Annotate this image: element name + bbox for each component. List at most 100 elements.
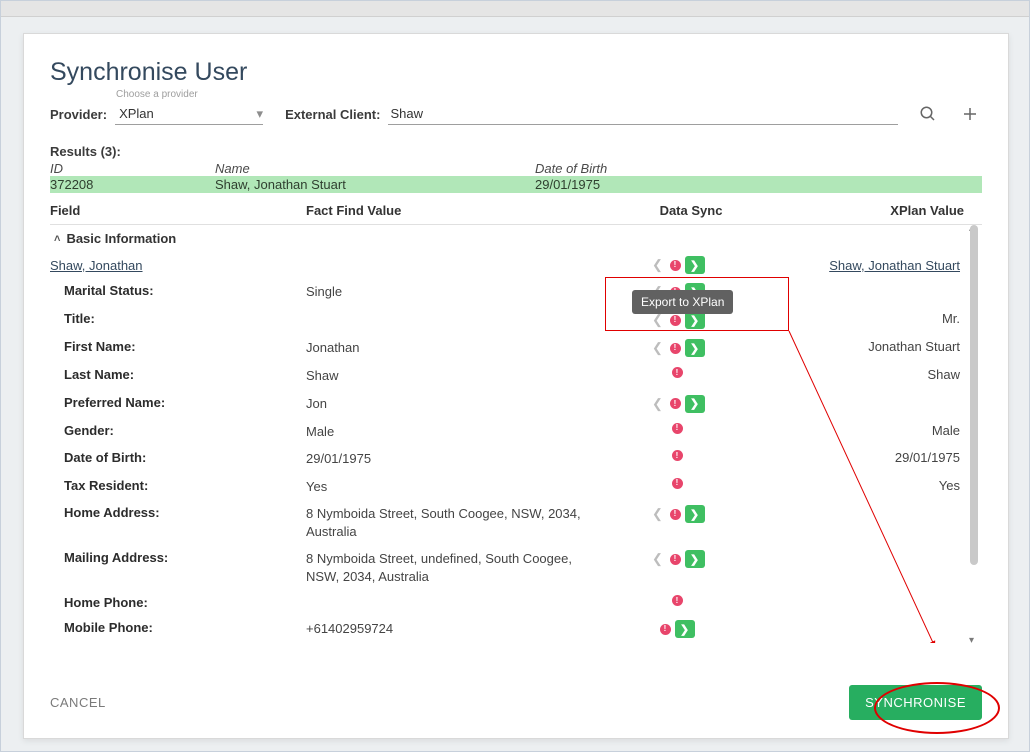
section-basic-label: Basic Information <box>66 231 176 246</box>
field-label: Title: <box>64 311 306 326</box>
export-tooltip: Export to XPlan <box>632 290 733 314</box>
col-id: ID <box>50 161 215 176</box>
sync-scroll-area: ▴ ▾ ˄ Basic Information Shaw, Jonathan ❮… <box>50 225 982 643</box>
fact-find-value: 8 Nymboida Street, undefined, South Coog… <box>306 550 602 585</box>
field-row: Preferred Name:Jon ❮! ❯ <box>50 390 982 418</box>
fact-find-entity-link[interactable]: Shaw, Jonathan <box>50 258 143 273</box>
field-row: Title:❮!❯Mr. <box>50 306 982 334</box>
field-label: First Name: <box>64 339 306 354</box>
field-row: Mailing Address:8 Nymboida Street, undef… <box>50 545 982 590</box>
section-basic-information[interactable]: ˄ Basic Information <box>50 225 982 252</box>
col-name: Name <box>215 161 535 176</box>
field-label: Last Name: <box>64 367 306 382</box>
fact-find-value: Yes <box>306 478 602 496</box>
col-xplan-value: XPlan Value <box>766 203 982 218</box>
import-left-icon[interactable]: ❮ <box>650 257 666 273</box>
provider-select[interactable]: XPlan ▾ <box>115 103 263 125</box>
field-label: Home Address: <box>64 505 306 520</box>
fact-find-value: +61402959724 <box>306 620 602 638</box>
conflict-icon: ! <box>672 367 683 378</box>
conflict-icon: ! <box>670 509 681 520</box>
data-sync-controls: ❮! ❯ <box>602 505 752 523</box>
import-left-icon[interactable]: ❮ <box>650 551 666 567</box>
data-sync-controls: !❯ <box>602 620 752 638</box>
results-count: Results (3): <box>50 144 982 159</box>
field-row: Tax Resident:Yes!Yes <box>50 473 982 501</box>
conflict-icon: ! <box>672 478 683 489</box>
field-row: Home Phone:! <box>50 590 982 615</box>
export-right-button[interactable]: ❯ <box>675 620 695 638</box>
field-row: First Name:Jonathan ❮! ❯ Jonathan Stuart <box>50 334 982 362</box>
scrollbar-thumb[interactable] <box>970 225 978 565</box>
conflict-icon: ! <box>672 423 683 434</box>
chevron-up-icon: ˄ <box>54 233 60 245</box>
xplan-value: Mr. <box>752 311 982 326</box>
result-id: 372208 <box>50 177 215 192</box>
field-row: Marital Status:Single❮!❯ <box>50 278 982 306</box>
field-label: Preferred Name: <box>64 395 306 410</box>
fact-find-value: Jon <box>306 395 602 413</box>
fact-find-value: Male <box>306 423 602 441</box>
synchronise-button[interactable]: SYNCHRONISE <box>849 685 982 720</box>
data-sync-controls: ! <box>602 478 752 489</box>
export-right-button[interactable]: ❯ <box>685 256 705 274</box>
field-label: Tax Resident: <box>64 478 306 493</box>
add-icon[interactable] <box>958 102 982 126</box>
field-label: Date of Birth: <box>64 450 306 465</box>
data-sync-controls: ❮!❯ <box>602 550 752 568</box>
field-row: Gender:Male!Male <box>50 418 982 446</box>
conflict-icon: ! <box>670 315 681 326</box>
export-right-button[interactable]: ❯ <box>685 395 705 413</box>
import-left-icon[interactable]: ❮ <box>650 506 666 522</box>
xplan-value: Shaw <box>752 367 982 382</box>
data-sync-controls: ! <box>602 595 752 606</box>
export-right-button[interactable]: ❯ <box>685 339 705 357</box>
search-icon[interactable] <box>916 102 940 126</box>
result-name: Shaw, Jonathan Stuart <box>215 177 535 192</box>
conflict-icon: ! <box>670 343 681 354</box>
conflict-icon: ! <box>670 398 681 409</box>
scrollbar-track[interactable]: ▴ ▾ <box>970 225 978 643</box>
results-columns: ID Name Date of Birth <box>50 161 982 176</box>
field-row: Last Name:Shaw!Shaw <box>50 362 982 390</box>
xplan-value: Jonathan Stuart <box>752 339 982 354</box>
entity-row: Shaw, Jonathan ❮ ! ❯ Shaw, Jonathan Stua… <box>50 252 982 278</box>
xplan-value: Male <box>752 423 982 438</box>
scroll-down-icon[interactable]: ▾ <box>969 635 979 643</box>
import-left-icon[interactable]: ❮ <box>650 340 666 356</box>
col-dob: Date of Birth <box>535 161 982 176</box>
conflict-icon: ! <box>670 260 681 271</box>
external-client-label: External Client: <box>285 107 380 122</box>
fact-find-value: Jonathan <box>306 339 602 357</box>
external-client-input[interactable] <box>388 103 898 125</box>
dialog-title: Synchronise User <box>50 58 982 87</box>
result-row-selected[interactable]: 372208 Shaw, Jonathan Stuart 29/01/1975 <box>50 176 982 193</box>
field-row: Date of Birth:29/01/1975!29/01/1975 <box>50 445 982 473</box>
export-right-button[interactable]: ❯ <box>685 505 705 523</box>
xplan-value: 29/01/1975 <box>752 450 982 465</box>
data-sync-controls: ❮! ❯ <box>602 339 752 357</box>
chevron-down-icon: ▾ <box>257 106 264 122</box>
xplan-value: Yes <box>752 478 982 493</box>
fact-find-value: Single <box>306 283 602 301</box>
result-dob: 29/01/1975 <box>535 177 982 192</box>
cancel-button[interactable]: CANCEL <box>50 695 106 710</box>
data-sync-controls: ❮! ❯ <box>602 395 752 413</box>
xplan-entity-link[interactable]: Shaw, Jonathan Stuart <box>829 258 960 273</box>
import-left-icon[interactable]: ❮ <box>650 396 666 412</box>
data-sync-controls: ! <box>602 367 752 378</box>
choose-provider-label: Choose a provider <box>116 89 982 100</box>
data-sync-controls: ! <box>602 423 752 434</box>
import-left-icon[interactable]: ❮ <box>650 312 666 328</box>
field-row: Home Address:8 Nymboida Street, South Co… <box>50 500 982 545</box>
conflict-icon: ! <box>672 595 683 606</box>
field-label: Gender: <box>64 423 306 438</box>
provider-label: Provider: <box>50 107 107 122</box>
field-label: Mobile Phone: <box>64 620 306 635</box>
export-right-button[interactable]: ❯ <box>685 550 705 568</box>
field-label: Mailing Address: <box>64 550 306 565</box>
field-row: Mobile Phone:+61402959724!❯ <box>50 615 982 643</box>
fact-find-value: 8 Nymboida Street, South Coogee, NSW, 20… <box>306 505 602 540</box>
col-fact-find-value: Fact Find Value <box>306 203 616 218</box>
sync-user-dialog: Synchronise User Choose a provider Provi… <box>23 33 1009 739</box>
